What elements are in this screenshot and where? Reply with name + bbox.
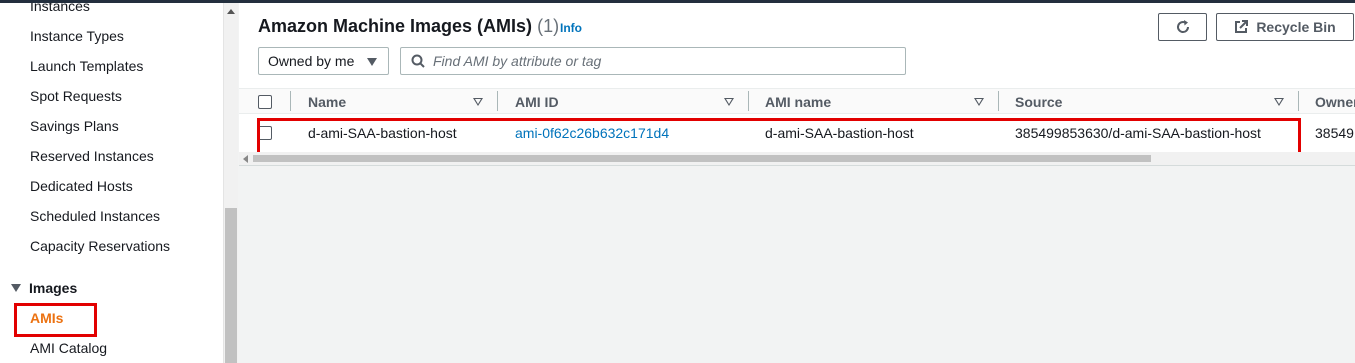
sidebar-item-savings-plans[interactable]: Savings Plans bbox=[30, 118, 119, 134]
scrollbar-thumb[interactable] bbox=[253, 155, 1151, 162]
sidebar-item-reserved-instances[interactable]: Reserved Instances bbox=[30, 148, 154, 164]
scroll-up-arrow-icon[interactable] bbox=[227, 9, 235, 14]
sidebar-item-launch-templates[interactable]: Launch Templates bbox=[30, 58, 143, 74]
page-title: Amazon Machine Images (AMIs) (1) bbox=[258, 16, 559, 37]
sidebar-item-scheduled-instances[interactable]: Scheduled Instances bbox=[30, 208, 160, 224]
cell-ami-name: d-ami-SAA-bastion-host bbox=[765, 125, 914, 141]
info-link[interactable]: Info bbox=[560, 21, 582, 35]
scroll-left-arrow-icon[interactable] bbox=[243, 155, 248, 163]
row-checkbox[interactable] bbox=[258, 126, 272, 140]
column-header-ami-name[interactable]: AMI name bbox=[765, 94, 831, 110]
column-divider[interactable] bbox=[290, 91, 291, 111]
column-divider[interactable] bbox=[998, 91, 999, 111]
column-header-ami-id[interactable]: AMI ID bbox=[515, 94, 559, 110]
cell-owner: 38549 bbox=[1315, 125, 1354, 141]
page-title-text: Amazon Machine Images (AMIs) bbox=[258, 16, 533, 36]
sidebar-item-instance-types[interactable]: Instance Types bbox=[30, 28, 124, 44]
sidebar-item-instances[interactable]: Instances bbox=[30, 3, 90, 14]
sort-icon[interactable] bbox=[473, 98, 483, 106]
search-input[interactable]: Find AMI by attribute or tag bbox=[400, 47, 906, 75]
sidebar-item-ami-catalog[interactable]: AMI Catalog bbox=[30, 340, 107, 356]
caret-down-icon bbox=[11, 284, 21, 292]
owner-filter-value: Owned by me bbox=[268, 53, 355, 69]
sidebar-item-dedicated-hosts[interactable]: Dedicated Hosts bbox=[30, 178, 133, 194]
column-divider[interactable] bbox=[748, 91, 749, 111]
sidebar: Instances Instance Types Launch Template… bbox=[0, 3, 223, 363]
table-header: Name AMI ID AMI name Source Owner bbox=[239, 88, 1355, 114]
column-divider[interactable] bbox=[497, 91, 498, 111]
result-count: (1) bbox=[537, 16, 560, 36]
sort-icon[interactable] bbox=[974, 98, 984, 106]
sidebar-scrollbar[interactable] bbox=[223, 3, 238, 363]
select-all-checkbox[interactable] bbox=[258, 95, 272, 109]
table-row[interactable]: d-ami-SAA-bastion-host ami-0f62c26b632c1… bbox=[239, 116, 1355, 150]
external-link-icon bbox=[1235, 20, 1249, 33]
column-header-owner[interactable]: Owner bbox=[1315, 94, 1355, 110]
search-icon bbox=[411, 54, 425, 68]
ami-table-panel: Amazon Machine Images (AMIs) (1) Info Re… bbox=[239, 3, 1355, 166]
sidebar-item-spot-requests[interactable]: Spot Requests bbox=[30, 88, 122, 104]
search-placeholder: Find AMI by attribute or tag bbox=[433, 53, 602, 69]
table-horizontal-scrollbar[interactable] bbox=[239, 152, 1355, 165]
owner-filter-select[interactable]: Owned by me bbox=[258, 47, 389, 75]
recycle-bin-button[interactable]: Recycle Bin bbox=[1216, 13, 1354, 41]
column-divider[interactable] bbox=[1298, 91, 1299, 111]
cell-ami-id-link[interactable]: ami-0f62c26b632c171d4 bbox=[515, 125, 669, 141]
sort-icon[interactable] bbox=[724, 98, 734, 106]
column-header-source[interactable]: Source bbox=[1015, 94, 1062, 110]
main-content: Amazon Machine Images (AMIs) (1) Info Re… bbox=[239, 3, 1355, 363]
scrollbar-thumb[interactable] bbox=[225, 208, 237, 363]
refresh-button[interactable] bbox=[1158, 13, 1207, 41]
sidebar-item-capacity-reservations[interactable]: Capacity Reservations bbox=[30, 238, 170, 254]
sidebar-section-images[interactable]: Images bbox=[11, 280, 77, 296]
refresh-icon bbox=[1176, 20, 1189, 33]
cell-name: d-ami-SAA-bastion-host bbox=[308, 125, 457, 141]
sidebar-item-amis[interactable]: AMIs bbox=[30, 310, 63, 326]
cell-source: 385499853630/d-ami-SAA-bastion-host bbox=[1015, 125, 1261, 141]
sidebar-section-label: Images bbox=[29, 280, 78, 296]
caret-down-icon bbox=[367, 58, 377, 66]
sort-icon[interactable] bbox=[1274, 98, 1284, 106]
recycle-bin-label: Recycle Bin bbox=[1256, 19, 1336, 35]
column-header-name[interactable]: Name bbox=[308, 94, 346, 110]
